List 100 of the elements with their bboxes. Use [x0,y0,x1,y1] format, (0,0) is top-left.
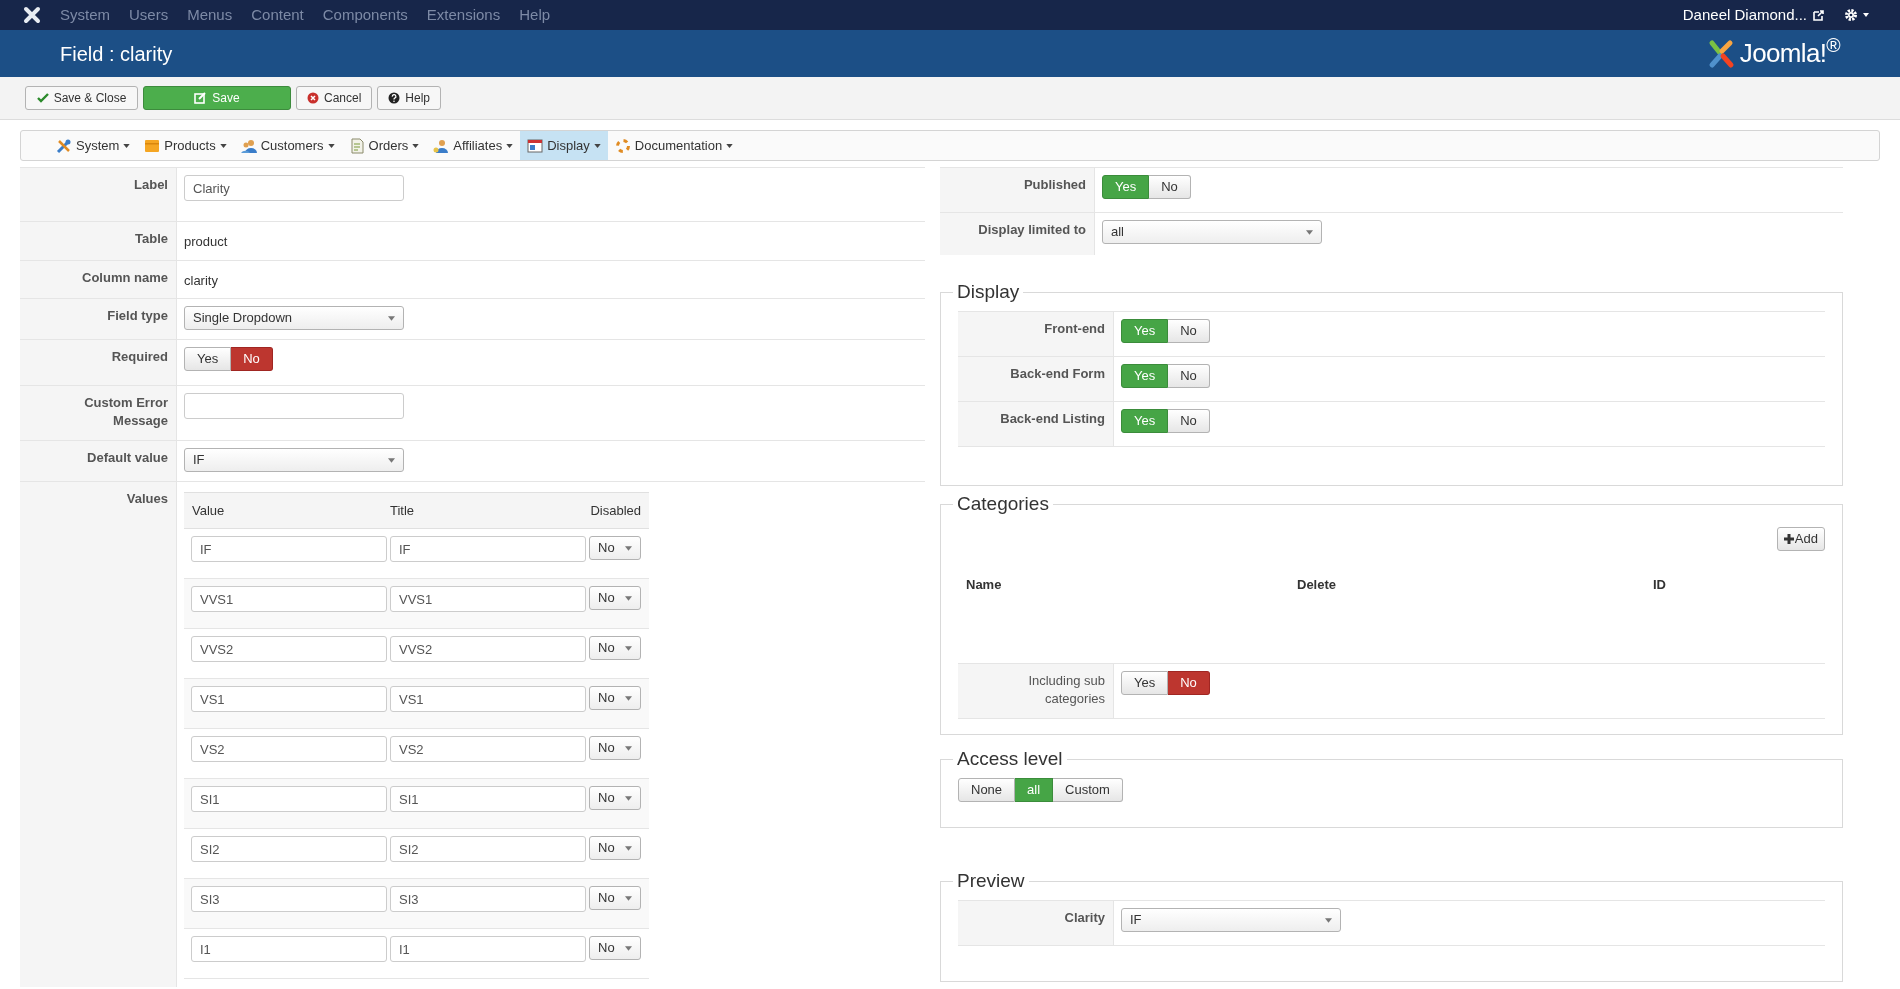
field-label: Field type [106,307,168,325]
dropdown[interactable]: No [589,736,641,760]
cancel-icon [307,92,319,104]
toggle-option[interactable]: None [958,778,1016,802]
toggle-option[interactable]: No [1149,175,1191,199]
settings-icon[interactable] [1844,8,1872,22]
column-header: ID [1653,576,1666,591]
caret-icon [625,845,632,851]
menu-item[interactable]: Content [251,3,304,27]
caret-icon [625,795,632,801]
menu-item[interactable]: Affiliates [426,131,521,160]
caret-icon [625,745,632,751]
menu-item[interactable]: System [49,131,138,160]
menu-item[interactable]: Orders [341,131,427,160]
tools-icon [56,137,72,154]
input-field[interactable]: VVS2 [390,636,586,662]
field-label: Back-end Form [1009,365,1105,383]
external-link-icon[interactable] [1813,9,1824,21]
column-header: Title [390,501,416,520]
input-field[interactable]: VVS1 [191,586,387,612]
field-label: Table [134,230,168,248]
field-label: Column name [81,268,168,287]
menu-item[interactable]: Products [137,131,234,160]
input-field[interactable]: VS1 [191,686,387,712]
menu-item[interactable]: System [60,3,110,27]
field-label: Including sub categories [1027,672,1105,708]
caret-icon [625,695,632,701]
dropdown[interactable]: IF [184,448,404,472]
people-icon [240,137,257,154]
dropdown[interactable]: all [1102,220,1322,244]
field-label: Required [110,348,168,366]
column-header: Name [966,576,1003,591]
menu-item[interactable]: Users [129,3,169,27]
person-icon [433,137,450,154]
caret-icon [1325,917,1332,923]
input-field[interactable]: SI3 [191,886,387,912]
input-field[interactable]: SI2 [191,836,387,862]
column-header: Value [192,501,226,520]
user-name[interactable]: Daneel Diamond... [1682,3,1807,27]
menu-item[interactable]: Documentation [607,131,741,160]
dropdown[interactable]: Single Dropdown [184,306,404,330]
toggle-option[interactable]: No [1168,409,1210,433]
input-field[interactable]: SI1 [191,786,387,812]
input-field[interactable]: VS2 [390,736,586,762]
input-field[interactable]: IF [390,536,586,562]
dropdown[interactable]: No [589,636,641,660]
menu-item[interactable]: Menus [187,3,233,27]
caret-icon [388,315,395,321]
joomla-logo-text: Joomla!$^{®}$ [1739,34,1840,70]
caret-icon [625,645,632,651]
cancel-button[interactable]: Cancel [296,86,373,110]
input-field[interactable] [184,393,404,419]
caret-icon [506,143,514,148]
toggle-option[interactable]: No [231,347,273,371]
toggle-option[interactable]: No [1168,671,1210,695]
dropdown[interactable]: No [589,536,641,560]
help-button[interactable]: Help [377,86,442,110]
save-close-button[interactable]: Save & Close [25,86,138,110]
menu-item[interactable]: Display [520,131,608,160]
caret-icon [219,143,227,148]
input-field[interactable]: Clarity [184,175,404,201]
menu-item[interactable]: Extensions [426,3,501,27]
input-field[interactable]: SI1 [390,786,586,812]
caret-icon [388,457,395,463]
page-title: Field : clarity [60,41,173,67]
caret-icon [625,945,632,951]
toggle-option[interactable]: No [1168,319,1210,343]
menu-item[interactable]: Components [322,3,408,27]
add-button[interactable]: Add [1776,527,1825,551]
toggle-option[interactable]: Yes [1121,671,1169,695]
column-header: Delete [1297,576,1338,591]
caret-icon [625,595,632,601]
menu-item[interactable]: Customers [233,131,342,160]
field-label: Back-end Listing [999,410,1105,428]
caret-icon [625,895,632,901]
input-field[interactable]: SI3 [390,886,586,912]
input-field[interactable]: VVS1 [390,586,586,612]
menu-item[interactable]: Help [519,3,551,27]
input-field[interactable]: I1 [191,936,387,962]
dropdown[interactable]: No [589,686,641,710]
input-field[interactable]: SI2 [390,836,586,862]
dropdown[interactable]: No [589,886,641,910]
toggle-option[interactable]: No [1168,364,1210,388]
input-field[interactable]: VS1 [390,686,586,712]
window-icon [527,137,544,154]
dropdown[interactable]: No [589,586,641,610]
input-field[interactable]: I1 [390,936,586,962]
dropdown[interactable]: No [589,786,641,810]
input-field[interactable]: VVS2 [191,636,387,662]
input-field[interactable]: IF [191,536,387,562]
field-label: Clarity [1063,909,1105,927]
field-label: Custom Error Message [83,394,168,430]
dropdown[interactable]: No [589,936,641,960]
dropdown[interactable]: No [589,836,641,860]
caret-icon [726,143,734,148]
dropdown[interactable]: IF [1121,908,1341,932]
input-field[interactable]: VS2 [191,736,387,762]
toggle-option[interactable]: Yes [184,347,232,371]
field-label: Front-end [1043,320,1105,338]
toggle-option[interactable]: Custom [1053,778,1123,802]
